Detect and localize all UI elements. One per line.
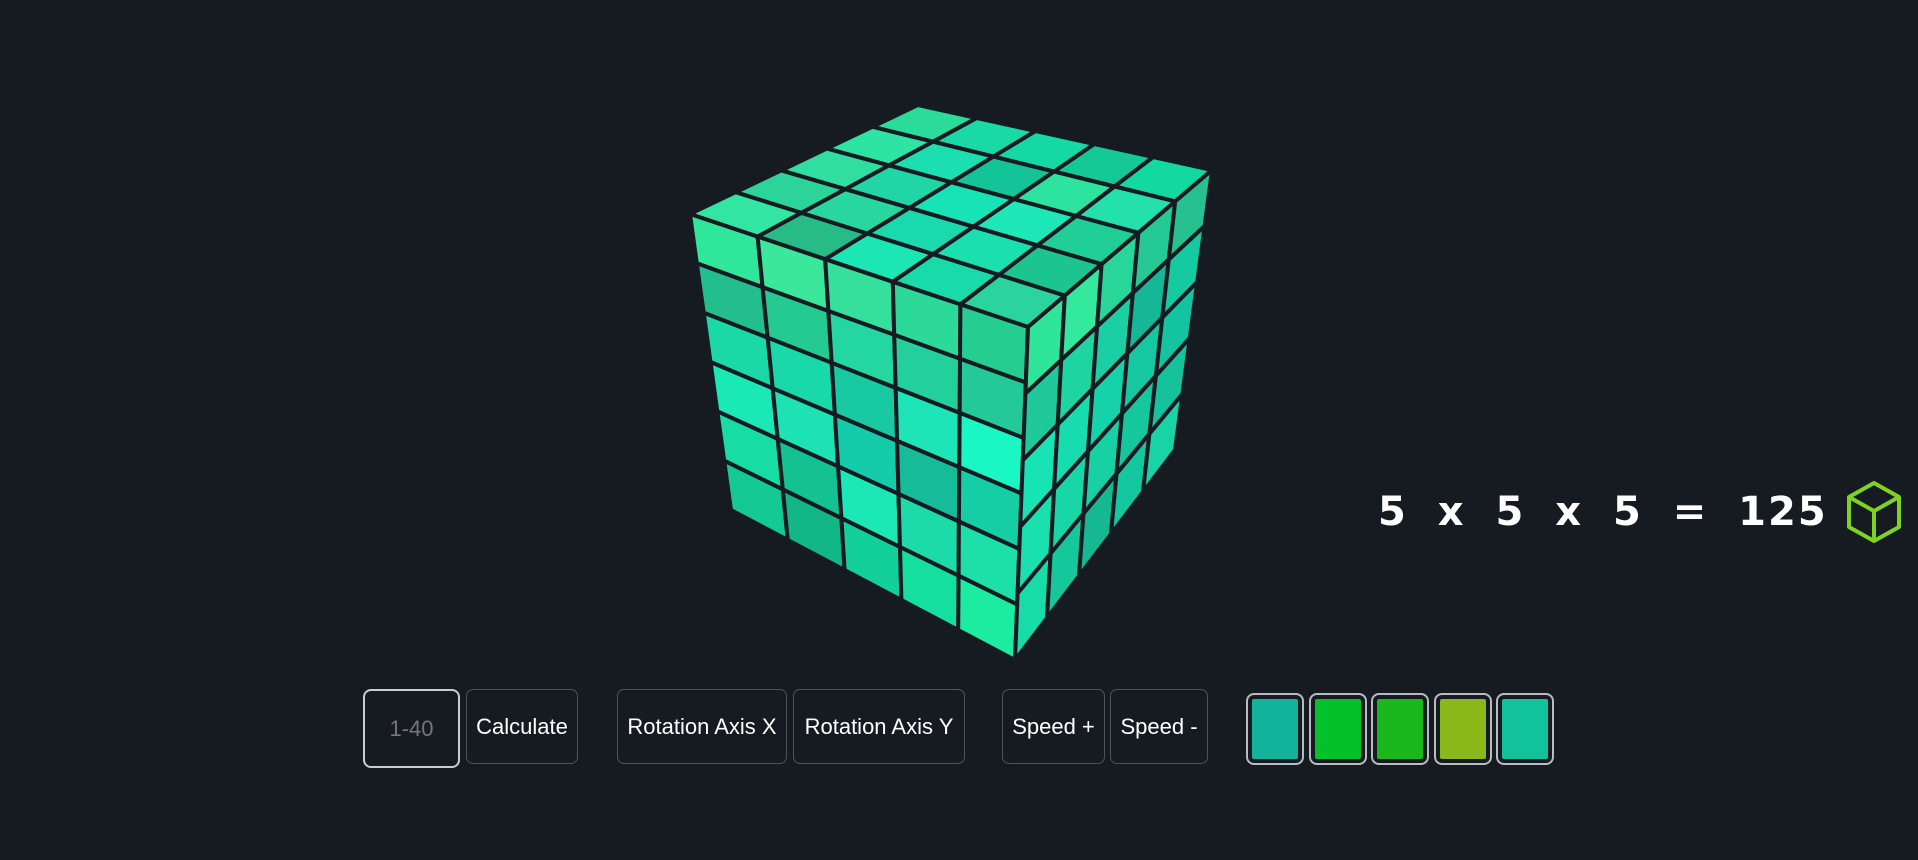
swatch-fill [1315, 699, 1361, 759]
swatch-fill [1252, 699, 1298, 759]
speed-up-button[interactable]: Speed + [1002, 689, 1105, 764]
swatch-fill [1377, 699, 1423, 759]
speed-down-button[interactable]: Speed - [1110, 689, 1208, 764]
cube-size-input[interactable] [363, 689, 460, 768]
rotation-axis-x-button[interactable]: Rotation Axis X [617, 689, 787, 764]
calculate-button[interactable]: Calculate [466, 689, 578, 764]
color-swatch-green[interactable] [1309, 693, 1367, 765]
cube-outline-icon [1846, 481, 1901, 543]
volume-formula: 5 x 5 x 5 = 125 [1378, 480, 1902, 544]
color-swatch-bright-green[interactable] [1371, 693, 1429, 765]
color-swatch-teal[interactable] [1246, 693, 1304, 765]
color-swatch-lime[interactable] [1434, 693, 1492, 765]
formula-text: 5 x 5 x 5 = 125 [1378, 489, 1828, 535]
color-swatch-sea-green[interactable] [1496, 693, 1554, 765]
cube-3d-view[interactable] [0, 0, 1918, 680]
swatch-fill [1440, 699, 1486, 759]
swatch-fill [1502, 699, 1548, 759]
rotation-axis-y-button[interactable]: Rotation Axis Y [793, 689, 965, 764]
control-bar: Calculate Rotation Axis X Rotation Axis … [0, 689, 1918, 769]
